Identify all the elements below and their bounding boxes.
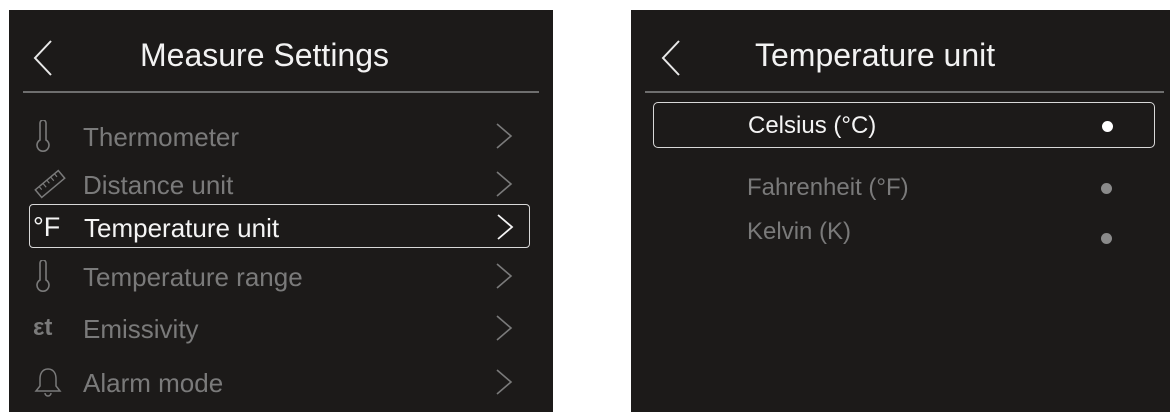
menu-item-label: Emissivity xyxy=(83,314,199,344)
menu-item-distance-unit[interactable]: Distance unit xyxy=(29,162,530,206)
option-label: Kelvin (K) xyxy=(747,218,852,245)
chevron-right-icon xyxy=(496,263,513,289)
thermometer-icon xyxy=(33,120,73,152)
thermometer-icon xyxy=(33,260,73,292)
option-label: Celsius (°C) xyxy=(748,112,877,139)
radio-indicator xyxy=(1101,233,1112,244)
header: Measure Settings xyxy=(9,10,553,92)
menu-item-label: Distance unit xyxy=(83,170,234,200)
back-icon[interactable] xyxy=(660,38,682,78)
ruler-icon xyxy=(33,168,73,200)
option-fahrenheit[interactable]: Fahrenheit (°F) xyxy=(653,165,1155,211)
menu-item-thermometer[interactable]: Thermometer xyxy=(29,114,530,158)
divider xyxy=(645,91,1164,93)
menu-item-label: Temperature unit xyxy=(84,213,280,243)
radio-indicator xyxy=(1101,183,1112,194)
chevron-right-icon xyxy=(497,214,514,240)
chevron-right-icon xyxy=(496,171,513,197)
back-icon[interactable] xyxy=(32,38,54,78)
menu-item-label: Alarm mode xyxy=(83,368,224,398)
menu-item-temperature-range[interactable]: Temperature range xyxy=(29,254,530,298)
menu-item-label: Temperature range xyxy=(83,262,303,292)
radio-selected-indicator xyxy=(1102,121,1113,132)
option-label: Fahrenheit (°F) xyxy=(747,174,909,201)
temperature-unit-panel: Temperature unit Celsius (°C) Fahrenheit… xyxy=(631,10,1170,412)
menu-item-emissivity[interactable]: εt Emissivity xyxy=(29,306,530,350)
menu-item-label: Thermometer xyxy=(83,122,240,152)
measure-settings-panel: Measure Settings Thermometer Distance un… xyxy=(9,10,553,412)
fahrenheit-icon: °F xyxy=(33,211,61,242)
header: Temperature unit xyxy=(631,10,1170,92)
chevron-right-icon xyxy=(496,315,513,341)
divider xyxy=(23,91,539,93)
option-kelvin[interactable]: Kelvin (K) xyxy=(653,209,1155,255)
page-title: Measure Settings xyxy=(140,37,390,73)
bell-icon xyxy=(33,366,73,398)
chevron-right-icon xyxy=(496,369,513,395)
menu-item-alarm-mode[interactable]: Alarm mode xyxy=(29,360,530,404)
menu-item-temperature-unit[interactable]: °F Temperature unit xyxy=(29,204,530,248)
option-celsius[interactable]: Celsius (°C) xyxy=(653,102,1155,148)
page-title: Temperature unit xyxy=(755,37,996,73)
chevron-right-icon xyxy=(496,123,513,149)
emissivity-icon: εt xyxy=(33,314,53,341)
